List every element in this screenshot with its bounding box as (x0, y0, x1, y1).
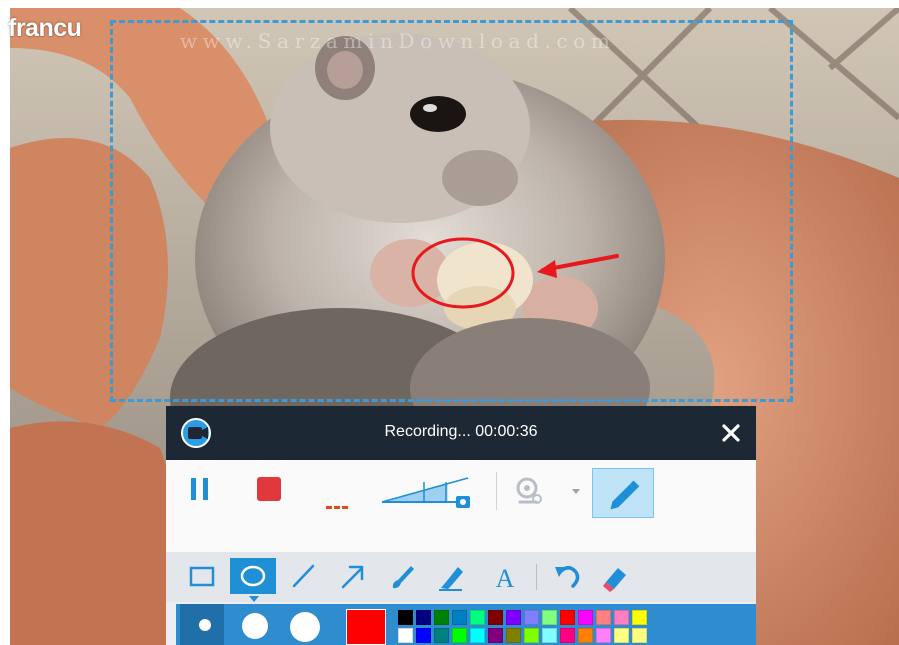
pen-size-medium[interactable] (242, 613, 268, 639)
line-icon[interactable] (286, 558, 320, 594)
eraser-icon[interactable] (598, 558, 632, 594)
color-swatch[interactable] (596, 628, 611, 643)
color-swatch[interactable] (470, 628, 485, 643)
brand-text: francu (8, 14, 82, 42)
webcam-icon[interactable] (512, 474, 546, 508)
annotation-ellipse (411, 237, 515, 309)
selected-tool-indicator (249, 596, 259, 602)
style-options-row (176, 604, 756, 645)
color-swatch[interactable] (542, 610, 557, 625)
annotation-ellipse-arrow (411, 237, 619, 309)
highlighter-icon[interactable] (434, 558, 468, 594)
color-swatch[interactable] (452, 610, 467, 625)
svg-text:A: A (496, 564, 515, 593)
color-swatch[interactable] (578, 628, 593, 643)
arrow-icon[interactable] (336, 558, 370, 594)
screen: francu www.SarzaminDownload.com Recordin… (0, 0, 899, 645)
toolbar-separator (496, 472, 497, 510)
close-icon[interactable] (714, 416, 748, 450)
color-swatch[interactable] (416, 610, 431, 625)
color-swatch[interactable] (542, 628, 557, 643)
annotation-arrowhead (537, 260, 557, 278)
recorder-titlebar[interactable]: Recording... 00:00:36 (166, 406, 756, 460)
color-swatch[interactable] (506, 610, 521, 625)
color-swatch[interactable] (470, 610, 485, 625)
stop-icon[interactable] (252, 472, 286, 506)
text-icon[interactable]: A (488, 558, 522, 594)
color-swatch[interactable] (416, 628, 431, 643)
current-color-swatch[interactable] (346, 609, 386, 645)
color-swatch[interactable] (434, 610, 449, 625)
color-swatch[interactable] (614, 628, 629, 643)
color-swatch[interactable] (632, 610, 647, 625)
color-swatch[interactable] (452, 628, 467, 643)
pen-icon (610, 480, 640, 510)
rectangle-icon[interactable] (186, 558, 220, 594)
color-swatch[interactable] (488, 610, 503, 625)
toolbar-separator (536, 564, 537, 590)
audio-level-icon[interactable] (322, 480, 354, 514)
ellipse-icon[interactable] (230, 558, 276, 594)
recording-region-frame[interactable] (110, 20, 793, 402)
pen-size-large[interactable] (290, 612, 320, 642)
recording-status-title: Recording... 00:00:36 (384, 423, 538, 440)
chevron-down-icon[interactable] (570, 486, 582, 496)
recorder-controls-row (166, 460, 756, 599)
color-swatch[interactable] (614, 610, 629, 625)
color-swatch[interactable] (488, 628, 503, 643)
color-swatch[interactable] (560, 610, 575, 625)
color-palette (398, 610, 647, 643)
color-swatch[interactable] (524, 610, 539, 625)
pen-size-small[interactable] (199, 619, 211, 631)
color-swatch[interactable] (596, 610, 611, 625)
color-swatch[interactable] (632, 628, 647, 643)
color-swatch[interactable] (578, 610, 593, 625)
color-swatch[interactable] (434, 628, 449, 643)
color-swatch[interactable] (560, 628, 575, 643)
recorder-toolbar: Recording... 00:00:36 A (166, 406, 756, 645)
color-swatch[interactable] (398, 628, 413, 643)
color-swatch[interactable] (506, 628, 521, 643)
undo-icon[interactable] (550, 558, 584, 594)
annotate-button[interactable] (592, 468, 654, 518)
color-swatch[interactable] (524, 628, 539, 643)
volume-slider-icon[interactable] (376, 468, 476, 512)
brush-icon[interactable] (386, 558, 420, 594)
pause-icon[interactable] (186, 472, 214, 506)
annotation-tools-row: A (166, 552, 756, 602)
color-swatch[interactable] (398, 610, 413, 625)
